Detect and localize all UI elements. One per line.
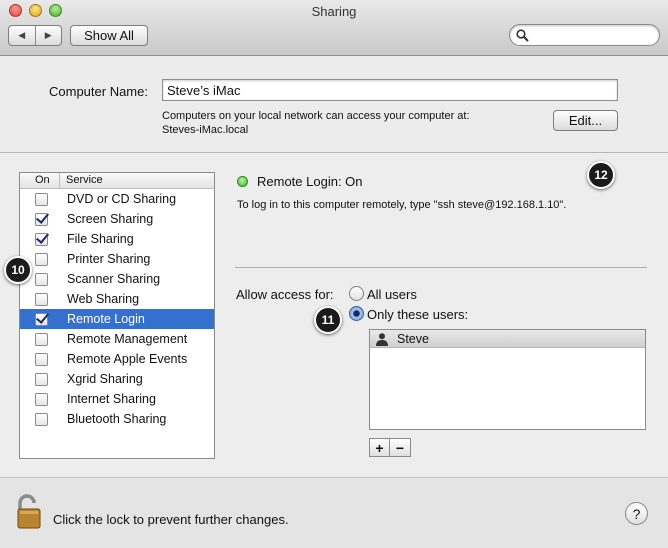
service-label: Screen Sharing — [67, 212, 154, 226]
callout-badge: 11 — [314, 306, 342, 334]
service-label: Remote Apple Events — [67, 352, 188, 366]
service-list-header: On Service — [20, 173, 214, 189]
column-header-on[interactable]: On — [20, 173, 60, 188]
service-checkbox[interactable] — [35, 392, 48, 406]
service-checkbox[interactable] — [35, 272, 48, 286]
user-name: Steve — [397, 331, 429, 346]
add-remove-control: + − — [369, 438, 411, 457]
lock-instructions: Click the lock to prevent further change… — [53, 512, 289, 527]
service-status: Remote Login: On — [257, 174, 363, 189]
user-row[interactable]: Steve — [370, 330, 645, 348]
service-checkbox[interactable] — [35, 352, 48, 366]
window-titlebar: Sharing ◀ ▶ Show All — [0, 0, 668, 56]
service-label: Bluetooth Sharing — [67, 412, 167, 426]
service-row[interactable]: DVD or CD Sharing — [20, 189, 214, 209]
window-title: Sharing — [311, 4, 357, 19]
service-row[interactable]: Remote Login — [20, 309, 214, 329]
service-row[interactable]: File Sharing — [20, 229, 214, 249]
service-checkbox[interactable] — [35, 252, 48, 266]
all-users-label[interactable]: All users — [367, 287, 417, 302]
service-checkbox[interactable] — [35, 192, 48, 206]
service-row[interactable]: Remote Apple Events — [20, 349, 214, 369]
service-label: Remote Login — [67, 312, 145, 326]
service-row[interactable]: Internet Sharing — [20, 389, 214, 409]
add-user-button[interactable]: + — [369, 438, 390, 457]
user-icon — [376, 332, 388, 346]
service-row[interactable]: Printer Sharing — [20, 249, 214, 269]
search-icon — [516, 29, 529, 42]
lock-icon[interactable] — [14, 494, 46, 530]
service-row[interactable]: Screen Sharing — [20, 209, 214, 229]
local-hostname: Steves-iMac.local — [162, 124, 249, 136]
remove-user-button[interactable]: − — [390, 438, 411, 457]
service-label: Scanner Sharing — [67, 272, 161, 286]
callout-badge: 10 — [4, 256, 32, 284]
service-checkbox[interactable] — [35, 412, 48, 426]
search-field[interactable] — [509, 24, 660, 46]
back-arrow-icon[interactable]: ◀ — [9, 26, 36, 45]
service-label: Xgrid Sharing — [67, 372, 143, 386]
service-label: Web Sharing — [67, 292, 140, 306]
only-these-users-radio[interactable] — [349, 306, 364, 321]
service-checkbox[interactable] — [35, 332, 48, 346]
all-users-radio[interactable] — [349, 286, 364, 301]
computer-name-label: Computer Name: — [49, 84, 148, 99]
computer-name-field[interactable]: Steve’s iMac — [162, 79, 618, 101]
service-row[interactable]: Scanner Sharing — [20, 269, 214, 289]
login-instructions: To log in to this computer remotely, typ… — [237, 199, 567, 211]
service-label: Remote Management — [67, 332, 188, 346]
footer-bar: Click the lock to prevent further change… — [0, 477, 668, 548]
computer-address-info: Computers on your local network can acce… — [162, 109, 470, 137]
service-list[interactable]: On Service DVD or CD Sharing Screen Shari… — [19, 172, 215, 459]
service-checkbox[interactable] — [35, 292, 48, 306]
service-label: DVD or CD Sharing — [67, 192, 177, 206]
service-checkbox[interactable] — [35, 312, 48, 326]
service-row[interactable]: Web Sharing — [20, 289, 214, 309]
service-label: Printer Sharing — [67, 252, 151, 266]
service-checkbox[interactable] — [35, 232, 48, 246]
divider — [235, 267, 647, 268]
service-label: Internet Sharing — [67, 392, 156, 406]
service-rows: DVD or CD Sharing Screen Sharing File Shar… — [20, 189, 214, 429]
allow-access-label: Allow access for: — [236, 287, 334, 302]
address-info-line: Computers on your local network can acce… — [162, 110, 470, 122]
service-checkbox[interactable] — [35, 372, 48, 386]
callout-badge: 12 — [587, 161, 615, 189]
service-row[interactable]: Xgrid Sharing — [20, 369, 214, 389]
column-header-service[interactable]: Service — [60, 173, 103, 188]
back-forward-control: ◀ ▶ — [8, 25, 62, 46]
computer-name-panel: Computer Name: Steve’s iMac Computers on… — [0, 57, 668, 153]
service-row[interactable]: Bluetooth Sharing — [20, 409, 214, 429]
service-label: File Sharing — [67, 232, 134, 246]
help-button[interactable]: ? — [625, 502, 648, 525]
status-indicator-icon — [237, 176, 248, 187]
only-these-users-label[interactable]: Only these users: — [367, 307, 468, 322]
edit-button[interactable]: Edit... — [553, 110, 618, 131]
allowed-users-list[interactable]: Steve — [369, 329, 646, 430]
show-all-button[interactable]: Show All — [70, 25, 148, 46]
forward-arrow-icon[interactable]: ▶ — [36, 26, 62, 45]
service-row[interactable]: Remote Management — [20, 329, 214, 349]
service-checkbox[interactable] — [35, 212, 48, 226]
